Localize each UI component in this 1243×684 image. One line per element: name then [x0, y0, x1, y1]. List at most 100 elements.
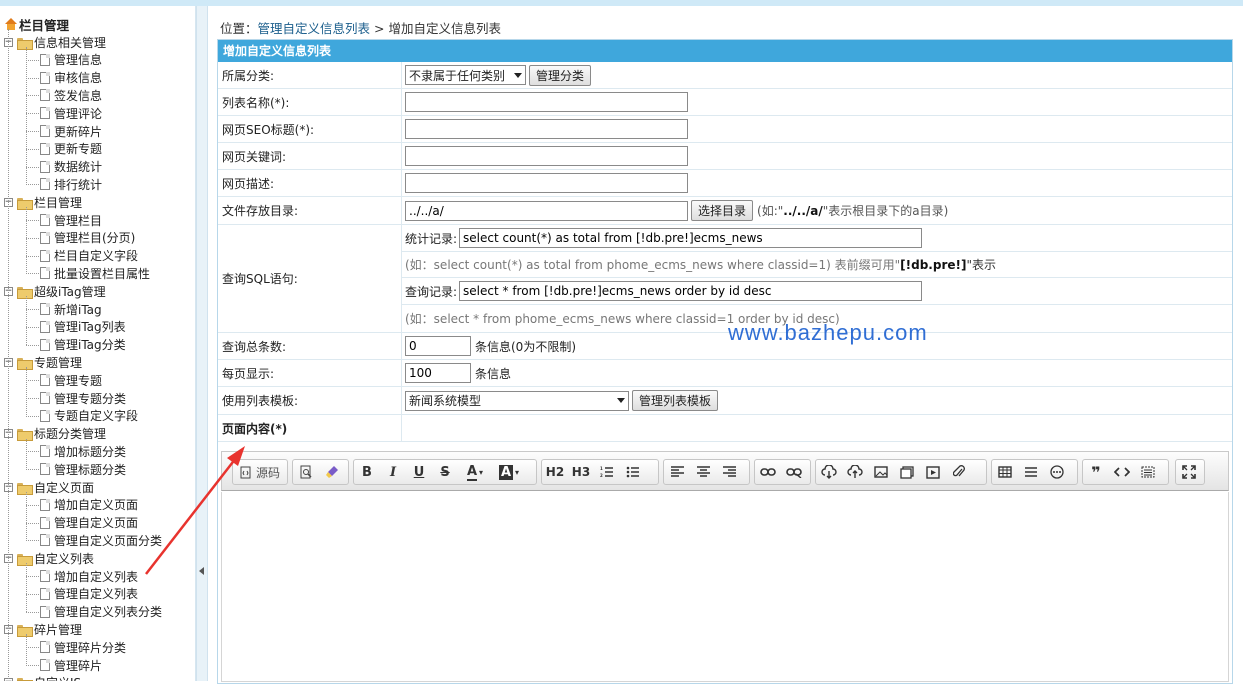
image-icon[interactable] [868, 460, 894, 484]
tree-leaf[interactable]: 管理iTag分类 [40, 336, 126, 354]
tree-leaf[interactable]: 更新专题 [40, 140, 102, 158]
quote-icon[interactable]: ❞ [1083, 460, 1109, 484]
link-icon[interactable] [755, 460, 781, 484]
tree-connector [26, 469, 39, 471]
italic-icon[interactable]: I [380, 460, 406, 484]
strikethrough-icon[interactable]: S [432, 460, 458, 484]
keywords-input[interactable] [405, 146, 688, 166]
sidebar-splitter[interactable] [196, 6, 208, 681]
tree-leaf[interactable]: 新增iTag [40, 300, 102, 318]
document-icon [40, 160, 50, 173]
table-icon[interactable] [992, 460, 1018, 484]
attachment-icon[interactable] [946, 460, 972, 484]
tree-leaf[interactable]: 增加自定义页面 [40, 496, 138, 514]
total-input[interactable] [405, 336, 471, 356]
tree-leaf[interactable]: 管理栏目 [40, 211, 102, 229]
h3-button[interactable]: H3 [568, 460, 594, 484]
align-center-icon[interactable] [690, 460, 716, 484]
tree-leaf[interactable]: 增加标题分类 [40, 442, 126, 460]
collapse-left-icon[interactable] [199, 567, 204, 575]
document-icon [40, 107, 50, 120]
choose-dir-button[interactable]: 选择目录 [691, 200, 754, 221]
list-name-input[interactable] [405, 92, 688, 112]
video-icon[interactable] [920, 460, 946, 484]
tree-group[interactable]: − 超级iTag管理 [4, 282, 106, 300]
category-select[interactable]: 不隶属于任何类别 [405, 65, 526, 85]
source-button[interactable]: 源码 [233, 460, 287, 484]
tree-leaf[interactable]: 管理自定义列表 [40, 585, 138, 603]
tree-leaf[interactable]: 数据统计 [40, 158, 102, 176]
tree-leaf[interactable]: 增加自定义列表 [40, 567, 138, 585]
tree-group[interactable]: − 栏目管理 [4, 193, 82, 211]
tree-leaf[interactable]: 管理自定义列表分类 [40, 603, 162, 621]
more-icon[interactable] [1044, 460, 1070, 484]
h2-button[interactable]: H2 [542, 460, 568, 484]
tree-leaf-label: 管理碎片 [54, 658, 103, 673]
tree-leaf[interactable]: 管理自定义页面 [40, 514, 138, 532]
tree-group[interactable]: − 自定义列表 [4, 549, 94, 567]
tree-group[interactable]: − 专题管理 [4, 353, 82, 371]
tree-leaf[interactable]: 签发信息 [40, 86, 102, 104]
form-panel: 增加自定义信息列表 所属分类: 不隶属于任何类别 管理分类 列表名称(*): 网… [217, 39, 1233, 684]
tree-group[interactable]: −自定义JS [4, 674, 81, 681]
manage-category-button[interactable]: 管理分类 [529, 64, 592, 86]
tree-connector [26, 309, 39, 310]
cloud-upload-icon[interactable] [842, 460, 868, 484]
font-color-icon[interactable]: A ▾ [458, 460, 492, 484]
tree-leaf[interactable]: 更新碎片 [40, 122, 102, 140]
tree-leaf[interactable]: 批量设置栏目属性 [40, 264, 150, 282]
tree-leaf[interactable]: 专题自定义字段 [40, 407, 138, 425]
tree-connector [8, 29, 9, 679]
multi-image-icon[interactable] [894, 460, 920, 484]
tree-group[interactable]: − 信息相关管理 [4, 33, 106, 51]
manage-template-button[interactable]: 管理列表模板 [632, 390, 719, 411]
tree-leaf[interactable]: 管理自定义页面分类 [40, 531, 162, 549]
align-right-icon[interactable] [716, 460, 742, 484]
tree-leaf[interactable]: 审核信息 [40, 69, 102, 87]
tree-leaf[interactable]: 栏目自定义字段 [40, 247, 138, 265]
query-label: 查询记录: [405, 284, 458, 299]
bold-icon[interactable]: B [354, 460, 380, 484]
tree-leaf[interactable]: 管理碎片分类 [40, 638, 126, 656]
toolbar-group-text: B I U S A ▾ A ▾ [353, 459, 537, 485]
highlight-icon[interactable]: A ▾ [492, 460, 526, 484]
preview-icon[interactable] [293, 460, 319, 484]
seo-title-input[interactable] [405, 119, 688, 139]
select-all-icon[interactable] [1135, 460, 1161, 484]
count-sql-input[interactable] [459, 228, 923, 248]
tree-leaf[interactable]: 管理碎片 [40, 656, 102, 674]
code-icon[interactable] [1109, 460, 1135, 484]
tree-leaf-label: 管理评论 [54, 106, 103, 121]
horizontal-rule-icon[interactable] [1018, 460, 1044, 484]
bullet-list-icon[interactable] [620, 460, 646, 484]
cloud-download-icon[interactable] [816, 460, 842, 484]
description-label: 网页描述: [218, 170, 402, 196]
tree-group[interactable]: − 自定义页面 [4, 478, 94, 496]
clear-format-icon[interactable] [319, 460, 345, 484]
underline-icon[interactable]: U [406, 460, 432, 484]
tree-group[interactable]: − 碎片管理 [4, 620, 82, 638]
tree-root[interactable]: 栏目管理 [4, 15, 69, 34]
tree-group[interactable]: − 标题分类管理 [4, 425, 106, 443]
template-select[interactable]: 新闻系统模型 [405, 390, 629, 411]
align-left-icon[interactable] [664, 460, 690, 484]
tree-leaf-label: 审核信息 [54, 71, 103, 86]
dir-input[interactable] [405, 200, 688, 221]
unlink-icon[interactable] [781, 460, 807, 484]
tree-leaf[interactable]: 管理信息 [40, 51, 102, 69]
tree-leaf[interactable]: 管理专题分类 [40, 389, 126, 407]
fullscreen-icon[interactable] [1176, 460, 1202, 484]
tree-leaf[interactable]: 管理专题 [40, 371, 102, 389]
breadcrumb-link[interactable]: 管理自定义信息列表 [258, 21, 371, 36]
query-sql-input[interactable] [459, 281, 923, 301]
ordered-list-icon[interactable]: 12 [594, 460, 620, 484]
main-content: 位置：管理自定义信息列表 > 增加自定义信息列表 增加自定义信息列表 所属分类:… [208, 6, 1243, 684]
per-page-input[interactable] [405, 363, 471, 383]
editor-content-area[interactable] [221, 492, 1229, 682]
tree-leaf[interactable]: 管理iTag列表 [40, 318, 126, 336]
description-input[interactable] [405, 173, 688, 193]
tree-leaf[interactable]: 管理标题分类 [40, 460, 126, 478]
tree-leaf[interactable]: 管理评论 [40, 104, 102, 122]
tree-leaf[interactable]: 管理栏目(分页) [40, 229, 135, 247]
tree-leaf[interactable]: 排行统计 [40, 175, 102, 193]
